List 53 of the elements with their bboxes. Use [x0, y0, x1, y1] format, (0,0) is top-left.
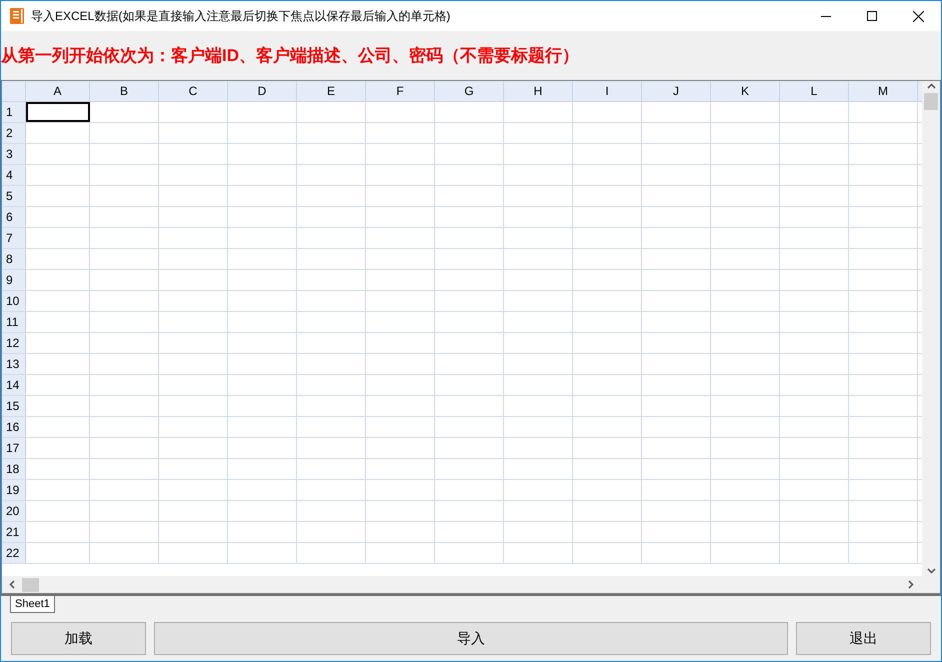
- column-header[interactable]: D: [228, 81, 297, 101]
- scroll-down-icon[interactable]: [926, 568, 936, 574]
- row-header[interactable]: 20: [2, 501, 26, 521]
- row-header[interactable]: 5: [2, 186, 26, 206]
- instruction-text: 从第一列开始依次为：客户端ID、客户端描述、公司、密码（不需要标题行）: [1, 44, 579, 67]
- row-header[interactable]: 16: [2, 417, 26, 437]
- row-header[interactable]: 14: [2, 375, 26, 395]
- column-header[interactable]: F: [366, 81, 435, 101]
- row-header[interactable]: 8: [2, 249, 26, 269]
- column-header[interactable]: B: [90, 81, 159, 101]
- row-header[interactable]: 22: [2, 543, 26, 563]
- row-header[interactable]: 15: [2, 396, 26, 416]
- row-header[interactable]: 13: [2, 354, 26, 374]
- row-header[interactable]: 3: [2, 144, 26, 164]
- window-title: 导入EXCEL数据(如果是直接输入注意最后切换下焦点以保存最后输入的单元格): [31, 8, 450, 25]
- row-header[interactable]: 19: [2, 480, 26, 500]
- sheet-tab[interactable]: Sheet1: [10, 596, 55, 613]
- row-header[interactable]: 10: [2, 291, 26, 311]
- row-header[interactable]: 1: [2, 102, 26, 122]
- action-button[interactable]: 导入: [154, 622, 788, 654]
- scroll-left-icon[interactable]: [9, 580, 15, 589]
- horizontal-scrollbar[interactable]: [2, 576, 940, 593]
- column-header[interactable]: J: [642, 81, 711, 101]
- column-header[interactable]: I: [573, 81, 642, 101]
- column-header[interactable]: A: [26, 81, 90, 101]
- column-header[interactable]: L: [780, 81, 849, 101]
- action-button[interactable]: 加载: [11, 622, 146, 654]
- scrollbar-thumb[interactable]: [22, 578, 39, 592]
- scroll-right-icon[interactable]: [908, 580, 914, 589]
- maximize-icon: [867, 11, 877, 21]
- row-header[interactable]: 9: [2, 270, 26, 290]
- close-icon: [912, 10, 924, 22]
- selected-cell[interactable]: [26, 102, 90, 122]
- column-header[interactable]: M: [849, 81, 918, 101]
- row-header[interactable]: 21: [2, 522, 26, 542]
- column-header[interactable]: E: [297, 81, 366, 101]
- row-header[interactable]: 11: [2, 312, 26, 332]
- scrollbar-thumb[interactable]: [924, 93, 938, 110]
- row-header[interactable]: 2: [2, 123, 26, 143]
- row-header[interactable]: 6: [2, 207, 26, 227]
- column-header[interactable]: K: [711, 81, 780, 101]
- column-header[interactable]: H: [504, 81, 573, 101]
- row-header[interactable]: 7: [2, 228, 26, 248]
- column-header[interactable]: C: [159, 81, 228, 101]
- row-header[interactable]: 12: [2, 333, 26, 353]
- row-header[interactable]: 18: [2, 459, 26, 479]
- vertical-scrollbar[interactable]: [922, 81, 940, 576]
- column-header[interactable]: G: [435, 81, 504, 101]
- action-button[interactable]: 退出: [796, 622, 931, 654]
- app-icon: [10, 8, 24, 24]
- row-header[interactable]: 4: [2, 165, 26, 185]
- scroll-up-icon[interactable]: [926, 83, 936, 89]
- row-header[interactable]: 17: [2, 438, 26, 458]
